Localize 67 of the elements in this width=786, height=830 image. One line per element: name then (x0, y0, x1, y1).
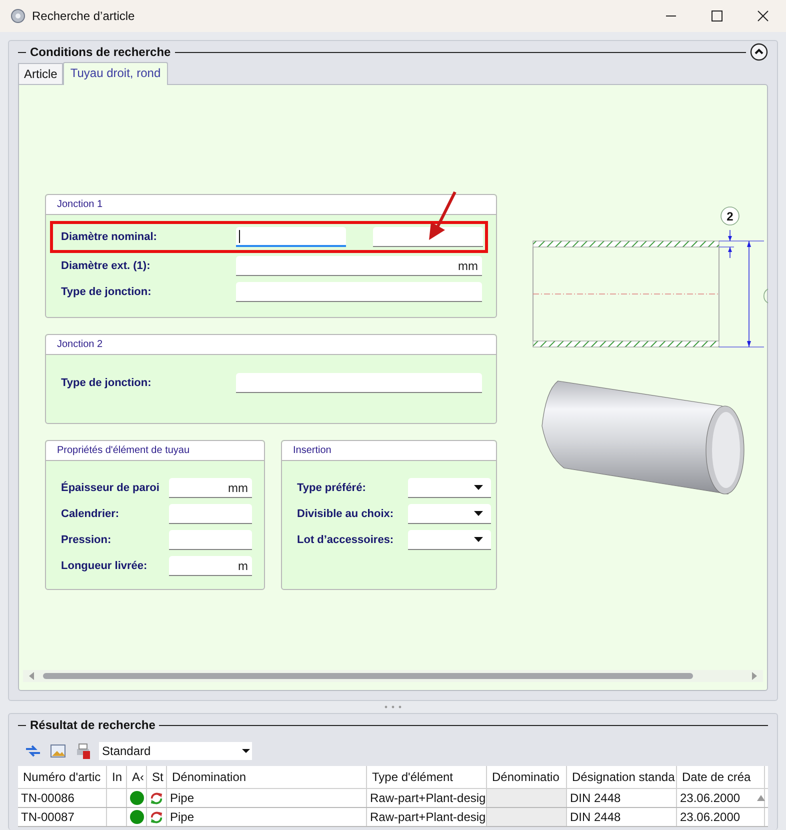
column-header[interactable]: In (107, 766, 127, 788)
table-cell: DIN 2448 (567, 808, 677, 826)
table-cell: DIN 2448 (567, 789, 677, 807)
column-header[interactable]: Désignation standa (567, 766, 677, 788)
dropdown-arrow-icon (474, 511, 483, 516)
table-cell: TN-00086 (18, 789, 107, 807)
printer-icon[interactable] (74, 742, 92, 760)
column-header[interactable]: Type d'élément (367, 766, 487, 788)
input-field[interactable]: mm (236, 256, 482, 276)
sync-arrows-icon (149, 810, 164, 824)
table-cell: 23.06.2000 (677, 808, 765, 826)
unit-label: m (238, 558, 248, 572)
window-title: Recherche d’article (32, 9, 135, 23)
field-label: Diamètre nominal: (61, 231, 158, 243)
column-header[interactable]: Date de créa (677, 766, 765, 788)
dropdown[interactable] (408, 504, 491, 524)
dropdown-arrow-icon (242, 749, 250, 753)
input-field[interactable]: mm (169, 478, 252, 498)
collapse-button[interactable] (750, 43, 768, 61)
input-field[interactable] (169, 530, 252, 550)
tab[interactable]: Tuyau droit, rond (63, 62, 168, 85)
view-dropdown[interactable]: Standard (99, 742, 252, 760)
field-label: Divisible au choix: (297, 508, 395, 520)
dropdown-arrow-icon (474, 485, 483, 490)
input-field[interactable]: m (169, 556, 252, 576)
group-title: Insertion (293, 445, 332, 456)
table-cell: Pipe (167, 789, 367, 807)
table-cell: Pipe (167, 808, 367, 826)
image-icon[interactable] (49, 742, 67, 760)
group-title: Jonction 1 (57, 199, 103, 210)
input-field[interactable] (236, 373, 482, 393)
group-title: Propriétés d'élément de tuyau (57, 445, 190, 456)
section-title: Conditions de recherche (30, 45, 171, 59)
column-header[interactable]: Dénomination (167, 766, 367, 788)
dropdown-arrow-icon (474, 537, 483, 542)
scroll-left-icon[interactable] (29, 672, 35, 680)
field-label: Pression: (61, 534, 112, 546)
column-header[interactable]: A‹ (127, 766, 147, 788)
input-field[interactable] (236, 227, 346, 247)
column-header[interactable]: Dénominatio (487, 766, 567, 788)
input-field[interactable] (236, 282, 482, 302)
dimension-label: 2 (726, 210, 734, 224)
input-field[interactable] (373, 227, 483, 247)
unit-label: mm (458, 258, 478, 272)
field-label: Lot d’accessoires: (297, 534, 395, 546)
splitter-handle[interactable] (383, 705, 403, 709)
column-header[interactable]: St (147, 766, 167, 788)
dropdown[interactable] (408, 478, 491, 498)
field-label: Longueur livrée: (61, 560, 148, 572)
field-label: Type préféré: (297, 482, 367, 494)
field-label: Épaisseur de paroi (61, 482, 160, 494)
input-field[interactable] (169, 504, 252, 524)
field-label: Diamètre ext. (1): (61, 260, 152, 272)
field-label: Type de jonction: (61, 377, 152, 389)
unit-label: mm (228, 480, 248, 494)
tab[interactable]: Article (18, 63, 64, 84)
dropdown[interactable] (408, 530, 491, 550)
column-header[interactable]: Numéro d'artic (18, 766, 107, 788)
group-title: Jonction 2 (57, 339, 103, 350)
field-label: Type de jonction: (61, 286, 152, 298)
sync-arrows-icon (149, 790, 164, 806)
field-label: Calendrier: (61, 508, 120, 520)
horizontal-scrollbar[interactable] (23, 670, 763, 682)
table-cell: TN-00087 (18, 808, 107, 826)
scroll-right-icon[interactable] (751, 672, 757, 680)
section-title: Résultat de recherche (30, 718, 156, 732)
scroll-up-icon[interactable] (756, 795, 764, 801)
